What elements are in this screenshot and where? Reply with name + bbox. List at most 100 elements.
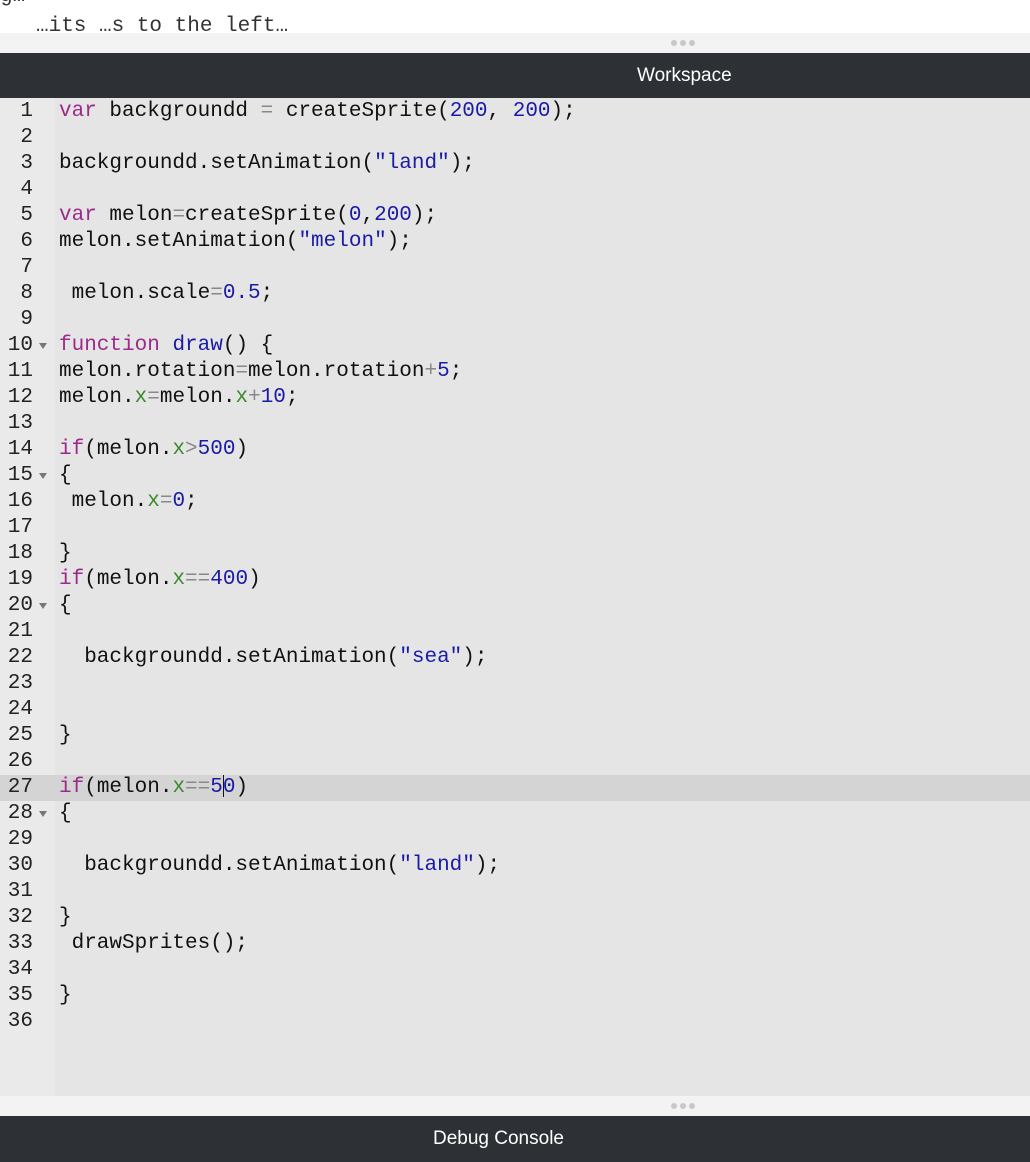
code-line[interactable]: 11 melon.rotation=melon.rotation+5; [0,359,1030,385]
code-token: melon.setAnimation( [59,230,299,253]
debug-console-header[interactable]: Debug Console [0,1116,1030,1162]
code-token: ); [474,854,501,877]
code-line[interactable]: 24 [0,697,1030,723]
code-line[interactable]: 17 [0,515,1030,541]
code-token: backgroundd.setAnimation( [59,152,375,175]
code-token: ); [462,646,488,669]
code-line[interactable]: 23 [0,671,1030,697]
code-token: == [185,568,211,591]
code-line[interactable]: 35} [0,983,1030,1009]
code-token: melon [96,204,173,227]
code-token: (melon. [84,438,173,461]
code-line[interactable]: 31 [0,879,1030,905]
workspace-resize-handle[interactable] [0,33,1030,53]
code-line[interactable]: 10 function draw() { [0,333,1030,359]
code-token: backgroundd.setAnimation( [59,646,400,669]
code-token: x [172,776,186,799]
code-line[interactable]: 5 var melon=createSprite(0,200); [0,203,1030,229]
code-token: ); [411,204,438,227]
line-number: 20 [7,594,33,617]
code-token: ) [248,568,261,591]
code-line[interactable]: 8 melon.scale=0.5; [0,281,1030,307]
code-line[interactable]: 9 [0,307,1030,333]
code-text: melon.x=0; [59,489,198,515]
code-line[interactable]: 6 melon.setAnimation("melon"); [0,229,1030,255]
code-line[interactable]: 19 if(melon.x==400) [0,567,1030,593]
code-token: 5 [437,360,450,383]
code-line[interactable]: 3 backgroundd.setAnimation("land"); [0,151,1030,177]
code-token: ) [235,438,249,461]
code-line[interactable]: 1 var backgroundd = createSprite(200, 200… [0,99,1030,125]
code-line[interactable]: 22 backgroundd.setAnimation("sea"); [0,645,1030,671]
code-line[interactable]: 2 [0,125,1030,151]
code-token: == [185,776,211,799]
code-line[interactable]: 32} [0,905,1030,931]
code-text: { [59,801,72,827]
fold-arrow-icon[interactable] [39,343,47,349]
code-line[interactable]: 14 if(melon.x>500) [0,437,1030,463]
code-line[interactable]: 7 [0,255,1030,281]
line-number: 15 [7,464,33,487]
code-token: } [59,984,72,1007]
code-line[interactable]: 16 melon.x=0; [0,489,1030,515]
debug-console-resize-handle[interactable] [0,1096,1030,1116]
line-number: 6 [20,230,33,253]
code-line[interactable]: 33 drawSprites(); [0,931,1030,957]
code-text: if(melon.x==50) [59,775,248,801]
code-token: if [59,438,85,461]
code-line[interactable]: 36 [0,1009,1030,1035]
code-token: ); [386,230,412,253]
code-token: } [59,542,72,565]
code-token: = [235,360,249,383]
code-text: } [59,983,72,1009]
code-text: drawSprites(); [59,931,248,957]
code-line[interactable]: 30 backgroundd.setAnimation("land"); [0,853,1030,879]
code-text: melon.setAnimation("melon"); [59,229,412,255]
workspace-title: Workspace [637,65,732,86]
grip-dot-icon [680,40,686,46]
fold-arrow-icon[interactable] [39,811,47,817]
code-line[interactable]: 18} [0,541,1030,567]
line-number: 23 [7,672,33,695]
code-text: function draw() { [59,333,273,359]
code-token: backgroundd.setAnimation( [59,854,400,877]
debug-console-title: Debug Console [433,1128,564,1149]
code-line[interactable]: 29 [0,827,1030,853]
line-number: 35 [7,984,33,1007]
line-number: 7 [20,256,33,279]
code-line[interactable]: 27 if(melon.x==50) [0,775,1030,801]
line-number: 2 [20,126,33,149]
code-token: 400 [210,568,249,591]
page-top-text-line-1: g… [0,0,1030,10]
code-editor[interactable]: 1 var backgroundd = createSprite(200, 200… [0,98,1030,1096]
code-line[interactable]: 26 [0,749,1030,775]
code-line[interactable]: 15 { [0,463,1030,489]
code-token: if [59,776,85,799]
code-line[interactable]: 34 [0,957,1030,983]
line-number: 22 [7,646,33,669]
code-token: } [59,906,72,929]
code-token: (melon. [84,776,173,799]
code-line[interactable]: 20 { [0,593,1030,619]
code-text: backgroundd.setAnimation("sea"); [59,645,488,671]
code-line[interactable]: 12 melon.x=melon.x+10; [0,385,1030,411]
fold-arrow-icon[interactable] [39,603,47,609]
code-line[interactable]: 28 { [0,801,1030,827]
grip-dot-icon [689,40,695,46]
code-line[interactable]: 21 [0,619,1030,645]
code-token: melon.scale [59,282,211,305]
code-token: var [59,100,97,123]
fold-arrow-icon[interactable] [39,473,47,479]
code-line[interactable]: 25} [0,723,1030,749]
code-text: melon.rotation=melon.rotation+5; [59,359,462,385]
code-token: melon. [59,386,135,409]
code-token: = [147,386,160,409]
code-line[interactable]: 13 [0,411,1030,437]
code-token: 0 [172,490,186,513]
line-number: 11 [7,360,33,383]
code-text: } [59,905,72,931]
line-number: 28 [7,802,33,825]
code-line[interactable]: 4 [0,177,1030,203]
code-token: draw [172,334,223,357]
